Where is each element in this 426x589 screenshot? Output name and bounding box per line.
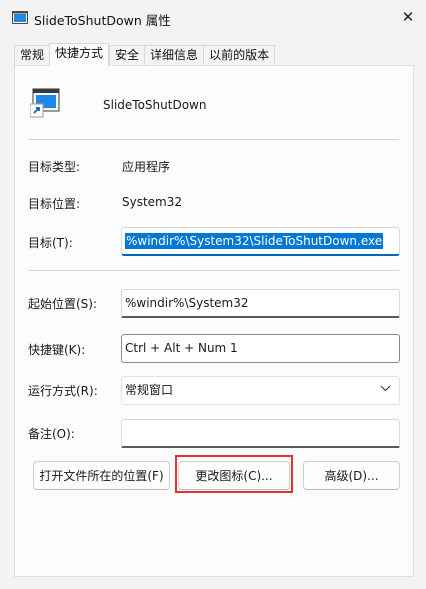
advanced-button[interactable]: 高级(D)... <box>303 461 400 490</box>
start-in-input[interactable]: %windir%\System32 <box>121 289 400 318</box>
shortcut-name: SlideToShutDown <box>103 98 207 112</box>
comment-input[interactable] <box>121 419 400 448</box>
start-in-label: 起始位置(S): <box>28 297 98 311</box>
target-label: 目标(T): <box>28 236 73 250</box>
window-app-icon <box>12 11 28 24</box>
close-icon: ✕ <box>401 8 415 26</box>
chevron-down-icon <box>380 385 391 392</box>
tab-bar: 常规 快捷方式 安全 详细信息 以前的版本 <box>14 43 276 66</box>
highlight-box <box>175 455 293 493</box>
tab-details[interactable]: 详细信息 <box>144 45 204 66</box>
target-location-value: System32 <box>122 195 183 209</box>
divider <box>28 270 399 271</box>
open-file-location-button[interactable]: 打开文件所在的位置(F) <box>33 461 170 490</box>
shortcut-key-input[interactable]: Ctrl + Alt + Num 1 <box>121 334 400 363</box>
shortcut-app-icon <box>30 88 60 118</box>
run-select[interactable]: 常规窗口 <box>121 376 400 405</box>
target-input-text: %windir%\System32\SlideToShutDown.exe <box>125 233 384 249</box>
divider <box>28 139 399 140</box>
target-location-label: 目标位置: <box>28 197 81 211</box>
target-input[interactable]: %windir%\System32\SlideToShutDown.exe <box>121 227 400 256</box>
comment-label: 备注(O): <box>28 427 75 441</box>
shortcut-key-label: 快捷键(K): <box>28 343 86 357</box>
tab-previous-versions[interactable]: 以前的版本 <box>203 45 276 66</box>
shortcut-panel: SlideToShutDown 目标类型: 应用程序 目标位置: System3… <box>14 65 414 577</box>
target-type-value: 应用程序 <box>122 160 171 174</box>
close-button[interactable]: ✕ <box>390 0 426 34</box>
window-title: SlideToShutDown 属性 <box>34 13 171 28</box>
title-bar: SlideToShutDown 属性 ✕ <box>0 0 426 36</box>
target-type-label: 目标类型: <box>28 160 81 174</box>
tab-shortcut[interactable]: 快捷方式 <box>49 43 110 66</box>
run-select-value: 常规窗口 <box>125 383 174 397</box>
tab-general[interactable]: 常规 <box>14 45 50 66</box>
run-label: 运行方式(R): <box>28 384 98 398</box>
tab-security[interactable]: 安全 <box>109 45 145 66</box>
